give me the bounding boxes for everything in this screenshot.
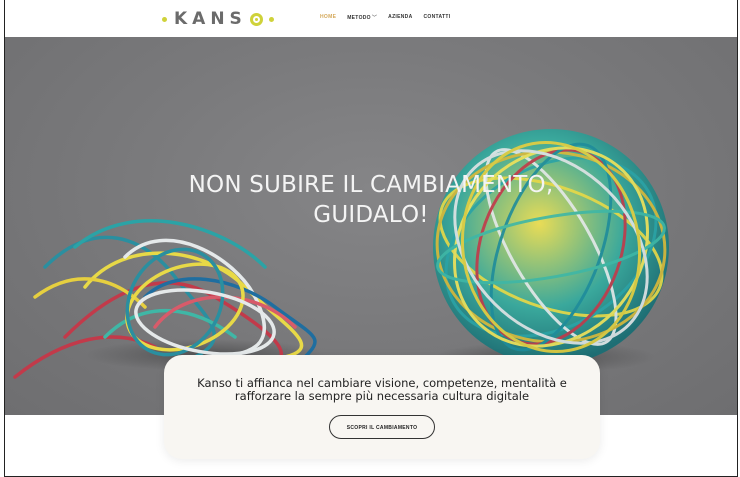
nav-item-metodo[interactable]: METODO﹀: [347, 14, 377, 21]
logo-letters: KANS: [174, 9, 247, 29]
nav-item-azienda[interactable]: AZIENDA: [388, 14, 412, 21]
nav-item-home[interactable]: HOME: [320, 14, 336, 21]
browser-viewport: KANS HOME METODO﹀ AZIENDA CONTATTI NON S…: [4, 0, 738, 477]
chevron-down-icon: ﹀: [371, 15, 378, 21]
kanso-logo[interactable]: KANS: [162, 9, 274, 29]
intro-text: Kanso ti affianca nel cambiare visione, …: [194, 377, 570, 403]
logo-dot-right: [268, 16, 274, 22]
hero-title-line-1: NON SUBIRE IL CAMBIAMENTO,: [188, 172, 554, 198]
main-nav: HOME METODO﹀ AZIENDA CONTATTI: [320, 14, 450, 21]
hero-title: NON SUBIRE IL CAMBIAMENTO, GUIDALO!: [5, 170, 737, 230]
nav-item-metodo-label: METODO: [347, 15, 371, 21]
logo-o-ring: [249, 12, 263, 26]
site-header: KANS HOME METODO﹀ AZIENDA CONTATTI: [5, 0, 737, 37]
rubber-band-ball: [433, 129, 669, 365]
hero-title-line-2: GUIDALO!: [313, 202, 429, 228]
nav-item-contatti[interactable]: CONTATTI: [424, 14, 451, 21]
scopri-cambiamento-button[interactable]: SCOPRI IL CAMBIAMENTO: [329, 415, 435, 439]
logo-dot-left: [162, 16, 167, 22]
intro-card: Kanso ti affianca nel cambiare visione, …: [164, 355, 600, 459]
intro-text-line-2: rafforzare la sempre più necessaria cult…: [234, 389, 530, 403]
